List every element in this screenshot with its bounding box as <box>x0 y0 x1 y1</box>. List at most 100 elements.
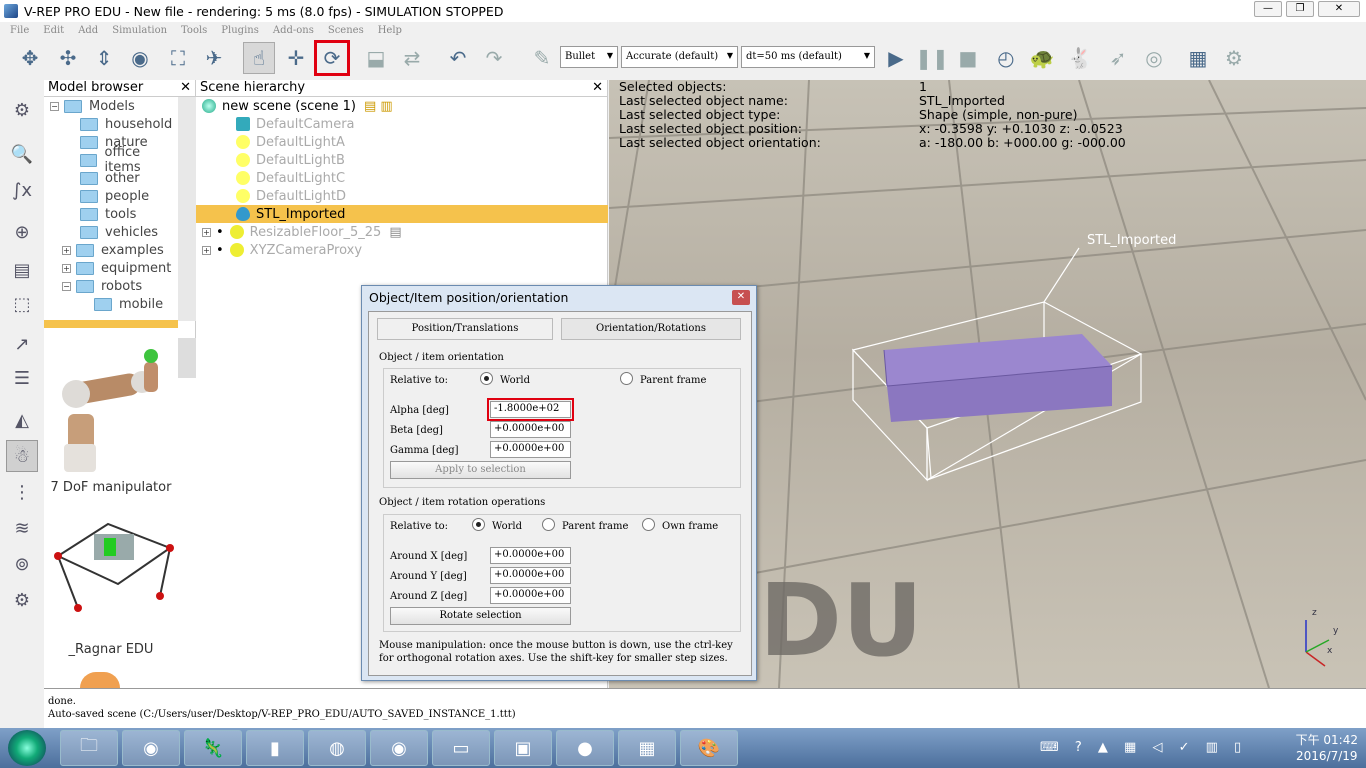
simulation-settings-icon[interactable]: ⚙ <box>6 94 38 126</box>
dialog-close-button[interactable]: ✕ <box>732 290 750 305</box>
tree-item[interactable]: + examples <box>44 241 178 259</box>
rotate-camera-icon[interactable]: ✣ <box>52 42 84 74</box>
dynamics-toggle-icon[interactable]: ✎ <box>526 42 558 74</box>
tree-item[interactable]: people <box>44 187 178 205</box>
hierarchy-item-light[interactable]: DefaultLightB <box>196 151 608 169</box>
play-icon[interactable]: ▶ <box>880 42 912 74</box>
tree-item[interactable]: office items <box>44 145 178 175</box>
parent-frame-radio[interactable] <box>620 372 633 385</box>
tray-icons[interactable]: ⌨ ? ▲ ▦ ◁ ✓ ▥ ▯ <box>1040 740 1247 755</box>
scene-list-icon[interactable]: ▦ <box>1182 42 1214 74</box>
tiger-app-icon[interactable]: ▦ <box>618 730 676 766</box>
tree-scrollbar[interactable] <box>178 97 196 321</box>
around-x-input[interactable]: +0.0000e+00 <box>490 547 571 564</box>
tree-item[interactable]: household <box>44 115 178 133</box>
beta-input[interactable]: +0.0000e+00 <box>490 421 571 438</box>
realtime-icon[interactable]: ◴ <box>990 42 1022 74</box>
hierarchy-item-camera-proxy[interactable]: + • XYZCameraProxy <box>196 241 608 259</box>
hierarchy-item-floor[interactable]: + • ResizableFloor_5_25 ▤ <box>196 223 608 241</box>
script-icon[interactable]: ▤ ▥ <box>364 99 393 114</box>
gamma-input[interactable]: +0.0000e+00 <box>490 441 571 458</box>
object-rotate-icon[interactable]: ⟳ <box>314 40 350 76</box>
tree-item[interactable]: − robots <box>44 277 178 295</box>
user-settings-icon[interactable]: ☰ <box>6 362 38 394</box>
slower-icon[interactable]: 🐢 <box>1026 42 1058 74</box>
fit-to-view-icon[interactable]: ⛶ <box>162 42 194 74</box>
pan-camera-icon[interactable]: ✥ <box>14 42 46 74</box>
scripts-icon[interactable]: ▤ <box>6 254 38 286</box>
menu-plugins[interactable]: Plugins <box>221 25 259 36</box>
close-model-browser-icon[interactable]: ✕ <box>180 80 191 95</box>
scene-hierarchy-icon[interactable]: ⋮ <box>6 476 38 508</box>
tree-item[interactable]: tools <box>44 205 178 223</box>
hierarchy-item-camera[interactable]: DefaultCamera <box>196 115 608 133</box>
layers-icon[interactable]: ≋ <box>6 512 38 544</box>
thumbnail-scrollbar[interactable] <box>178 338 196 378</box>
file-explorer-icon[interactable]: 🗀 <box>60 730 118 766</box>
world-radio[interactable] <box>472 518 485 531</box>
shift-camera-icon[interactable]: ⇕ <box>88 42 120 74</box>
hierarchy-item-stl-imported[interactable]: STL_Imported <box>196 205 608 223</box>
terminal-icon[interactable]: ▭ <box>432 730 490 766</box>
menu-file[interactable]: File <box>10 25 29 36</box>
model-browser-icon[interactable]: ☃ <box>6 440 38 472</box>
tab-position[interactable]: Position/Translations <box>377 318 553 340</box>
pause-icon[interactable]: ❚❚ <box>915 42 949 74</box>
shapes-icon[interactable]: ⬚ <box>6 288 38 320</box>
object-properties-icon[interactable]: ◭ <box>6 404 38 436</box>
sphere-app-icon[interactable]: ● <box>556 730 614 766</box>
fly-icon[interactable]: ✈ <box>198 42 230 74</box>
menu-edit[interactable]: Edit <box>43 25 64 36</box>
minimize-button[interactable]: — <box>1254 1 1282 17</box>
next-thumbnail-partial[interactable] <box>80 672 120 688</box>
world-radio[interactable] <box>480 372 493 385</box>
apply-to-selection-button[interactable]: Apply to selection <box>390 461 571 479</box>
math-icon[interactable]: ∫x <box>6 174 38 206</box>
paint-icon[interactable]: 🎨 <box>680 730 738 766</box>
around-y-input[interactable]: +0.0000e+00 <box>490 567 571 584</box>
chrome-icon-2[interactable]: ◉ <box>370 730 428 766</box>
start-button[interactable] <box>8 730 46 766</box>
menu-tools[interactable]: Tools <box>181 25 207 36</box>
book-app-icon[interactable]: ▮ <box>246 730 304 766</box>
alpha-input[interactable]: -1.8000e+02 <box>487 398 574 421</box>
clock[interactable]: 下午 01:42 2016/7/19 <box>1296 732 1358 764</box>
chrome-icon[interactable]: ◉ <box>122 730 180 766</box>
path-icon[interactable]: ↗ <box>6 328 38 360</box>
user-icon[interactable]: ⚙ <box>6 584 38 616</box>
menu-addons[interactable]: Add-ons <box>273 25 314 36</box>
menu-simulation[interactable]: Simulation <box>112 25 167 36</box>
own-frame-radio[interactable] <box>642 518 655 531</box>
firefox-icon[interactable]: ◍ <box>308 730 366 766</box>
lizard-app-icon[interactable]: 🦎 <box>184 730 242 766</box>
vrep-window-icon[interactable]: ▣ <box>494 730 552 766</box>
turbo-icon[interactable]: ➶ <box>1102 42 1134 74</box>
redo-icon[interactable]: ↷ <box>478 42 510 74</box>
undo-icon[interactable]: ↶ <box>442 42 474 74</box>
camera-angle-icon[interactable]: ◉ <box>124 42 156 74</box>
around-z-input[interactable]: +0.0000e+00 <box>490 587 571 604</box>
visualization-icon[interactable]: ◎ <box>1138 42 1170 74</box>
timestep-select[interactable]: dt=50 ms (default) <box>741 46 875 68</box>
accuracy-select[interactable]: Accurate (default) <box>621 46 738 68</box>
menu-add[interactable]: Add <box>78 25 98 36</box>
tab-orientation[interactable]: Orientation/Rotations <box>561 318 741 340</box>
assemble-icon[interactable]: ⬓ <box>360 42 392 74</box>
hierarchy-item-light[interactable]: DefaultLightD <box>196 187 608 205</box>
calculation-modules-icon[interactable]: 🔍 <box>6 138 38 170</box>
manipulator-thumbnail[interactable] <box>54 344 169 476</box>
close-button[interactable]: ✕ <box>1318 1 1360 17</box>
object-shift-icon[interactable]: ✛ <box>280 42 312 74</box>
tree-item[interactable]: other <box>44 169 178 187</box>
hierarchy-item-light[interactable]: DefaultLightC <box>196 169 608 187</box>
physics-engine-select[interactable]: Bullet <box>560 46 618 68</box>
transfer-dna-icon[interactable]: ⇄ <box>396 42 428 74</box>
rotate-selection-button[interactable]: Rotate selection <box>390 607 571 625</box>
close-scene-hierarchy-icon[interactable]: ✕ <box>592 80 603 95</box>
hierarchy-item-light[interactable]: DefaultLightA <box>196 133 608 151</box>
tree-item-models[interactable]: − Models <box>44 97 178 115</box>
menu-scenes[interactable]: Scenes <box>328 25 364 36</box>
tree-item[interactable]: + equipment <box>44 259 178 277</box>
maximize-button[interactable]: ❐ <box>1286 1 1314 17</box>
video-recorder-icon[interactable]: ⊚ <box>6 548 38 580</box>
